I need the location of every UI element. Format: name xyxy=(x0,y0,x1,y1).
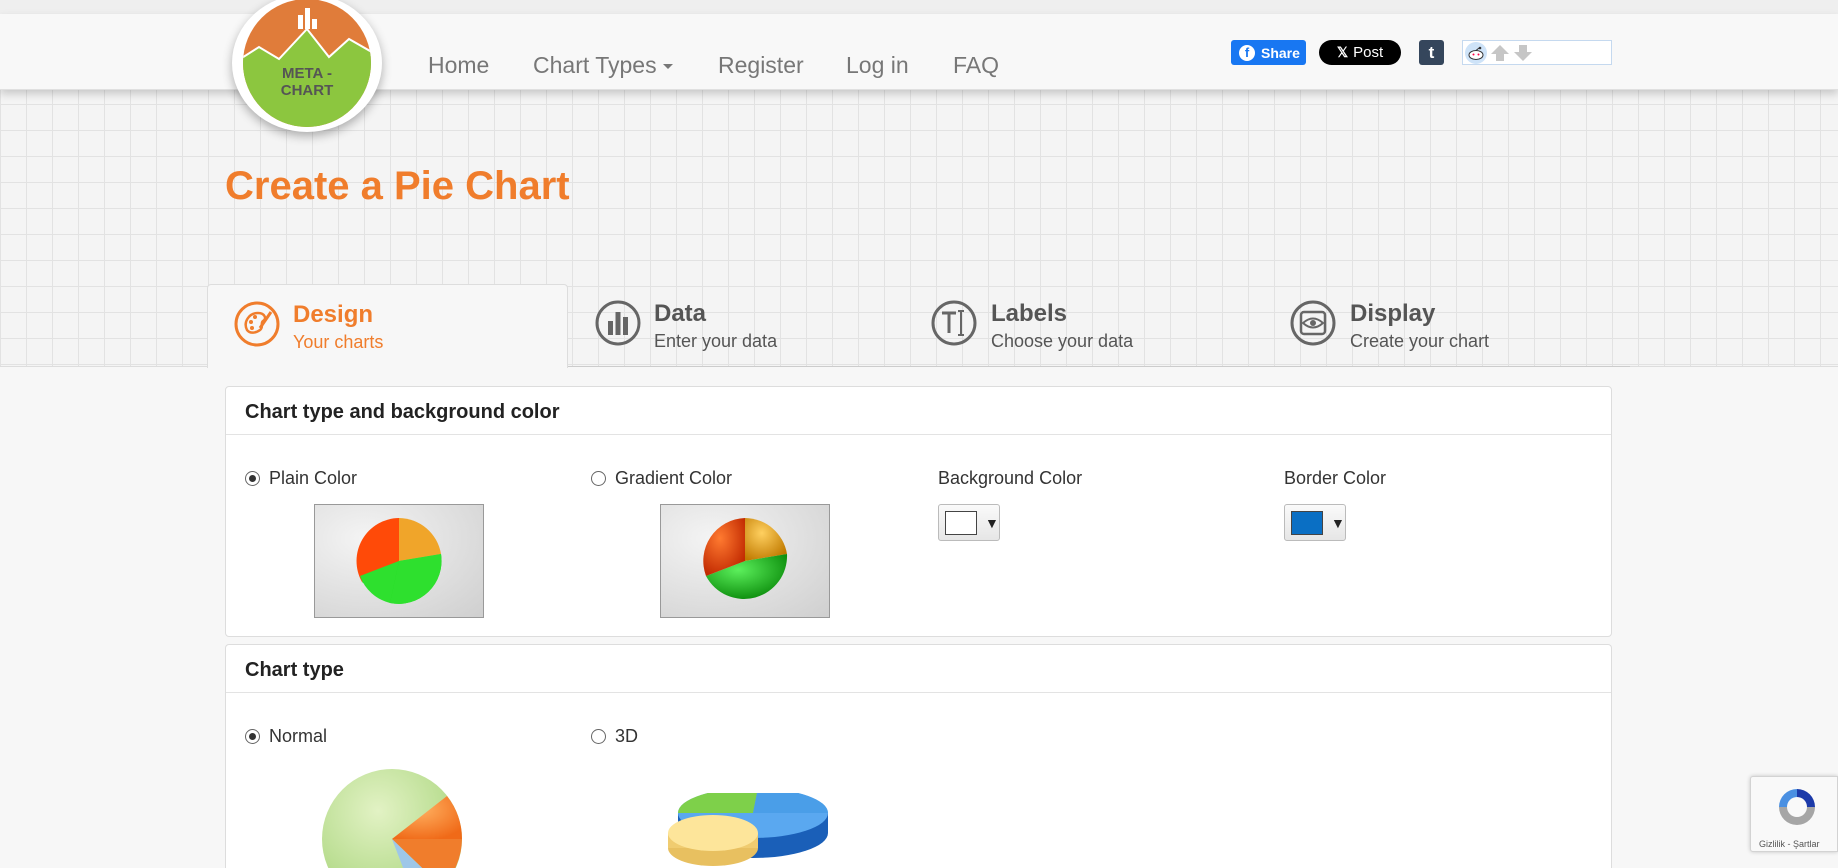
plain-color-option[interactable]: Plain Color xyxy=(245,468,357,489)
normal-pie-preview-image[interactable] xyxy=(322,769,472,868)
3d-label: 3D xyxy=(615,726,639,746)
border-color-swatch xyxy=(1291,510,1323,535)
facebook-share-button[interactable]: f Share xyxy=(1231,40,1306,65)
logo-text-line2: CHART xyxy=(281,82,334,99)
tab-data-subtitle: Enter your data xyxy=(654,331,778,351)
logo-text-line1: META - xyxy=(282,65,332,82)
nav-login[interactable]: Log in xyxy=(846,52,909,79)
normal-option[interactable]: Normal xyxy=(245,726,327,747)
gradient-color-option[interactable]: Gradient Color xyxy=(591,468,732,489)
plain-color-preview[interactable] xyxy=(314,504,484,618)
panel-background-color: Chart type and background color Plain Co… xyxy=(225,386,1612,637)
panel-chart-type-heading: Chart type xyxy=(226,645,1611,693)
facebook-share-label: Share xyxy=(1261,44,1300,61)
panel-chart-type: Chart type Normal 3D xyxy=(225,644,1612,868)
dropdown-arrow-icon: ▼ xyxy=(985,514,999,531)
reddit-alien-icon xyxy=(1465,41,1487,64)
nav-register[interactable]: Register xyxy=(718,52,804,79)
tab-design-title: Design xyxy=(293,301,374,328)
background-color-label: Background Color xyxy=(938,468,1083,488)
gradient-pie-preview-image xyxy=(703,518,788,599)
caret-down-icon xyxy=(662,64,673,70)
gradient-color-preview[interactable] xyxy=(660,504,830,618)
x-post-label: Post xyxy=(1353,44,1384,61)
x-logo-icon: 𝕏 xyxy=(1336,44,1349,60)
reddit-widget[interactable] xyxy=(1462,40,1612,65)
border-color-label: Border Color xyxy=(1284,468,1387,488)
facebook-icon: f xyxy=(1239,44,1255,61)
tab-labels[interactable]: Labels Choose your data xyxy=(905,284,1245,368)
tab-display-subtitle: Create your chart xyxy=(1350,331,1490,351)
display-eye-icon xyxy=(1290,300,1336,346)
tab-data-title: Data xyxy=(654,300,707,327)
tab-design-subtitle: Your charts xyxy=(293,332,384,352)
plain-color-label: Plain Color xyxy=(269,468,358,488)
nav-home[interactable]: Home xyxy=(428,52,489,79)
recaptcha-badge[interactable]: Gizlilik - Şartlar xyxy=(1750,776,1838,852)
bar-chart-icon xyxy=(595,300,641,346)
tab-design[interactable]: Design Your charts xyxy=(207,284,568,368)
tab-display-title: Display xyxy=(1350,300,1436,327)
upvote-arrow-icon[interactable] xyxy=(1490,44,1510,62)
3d-radio[interactable] xyxy=(591,729,606,744)
gradient-color-radio[interactable] xyxy=(591,471,606,486)
downvote-arrow-icon[interactable] xyxy=(1513,44,1533,62)
background-color-picker[interactable]: ▼ xyxy=(938,504,1000,541)
dropdown-arrow-icon: ▼ xyxy=(1331,514,1345,531)
palette-icon xyxy=(234,301,280,347)
tumblr-share-button[interactable]: t xyxy=(1419,40,1444,65)
x-post-button[interactable]: 𝕏 Post xyxy=(1319,40,1401,65)
recaptcha-logo-icon xyxy=(1779,789,1815,825)
normal-label: Normal xyxy=(269,726,328,746)
plain-color-radio[interactable] xyxy=(245,471,260,486)
gradient-color-label: Gradient Color xyxy=(615,468,733,488)
plain-pie-preview-image xyxy=(356,518,442,604)
border-color-picker[interactable]: ▼ xyxy=(1284,504,1346,541)
tab-data[interactable]: Data Enter your data xyxy=(568,284,908,368)
normal-radio[interactable] xyxy=(245,729,260,744)
nav-chart-types[interactable]: Chart Types xyxy=(533,52,673,79)
panel-background-heading: Chart type and background color xyxy=(226,387,1611,435)
3d-pie-preview-image[interactable] xyxy=(663,793,833,868)
tab-display[interactable]: Display Create your chart xyxy=(1264,284,1604,368)
nav-faq[interactable]: FAQ xyxy=(953,52,999,79)
tab-divider xyxy=(568,366,1630,367)
background-color-swatch xyxy=(945,510,977,535)
nav-chart-types-label: Chart Types xyxy=(533,52,657,78)
tab-labels-subtitle: Choose your data xyxy=(991,331,1134,351)
site-logo[interactable]: META - CHART xyxy=(232,0,382,132)
page-title: Create a Pie Chart xyxy=(225,164,570,208)
3d-option[interactable]: 3D xyxy=(591,726,638,747)
logo-graphic: META - CHART xyxy=(243,0,371,127)
recaptcha-links[interactable]: Gizlilik - Şartlar xyxy=(1759,839,1820,849)
text-cursor-icon xyxy=(931,300,977,346)
tab-labels-title: Labels xyxy=(991,300,1068,327)
